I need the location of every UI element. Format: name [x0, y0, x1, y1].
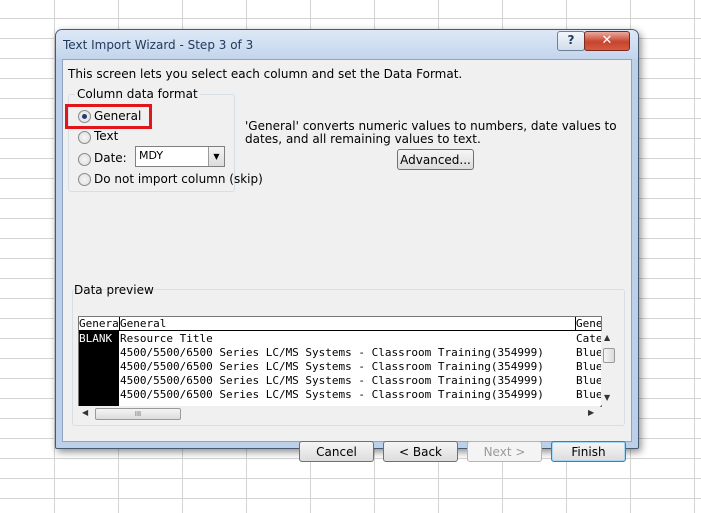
- date-format-value: MDY: [139, 149, 164, 162]
- date-radio-label[interactable]: Date:: [94, 151, 127, 165]
- help-button[interactable]: ?: [557, 31, 585, 51]
- preview-horizontal-scrollbar[interactable]: ◀ III ▶: [78, 406, 600, 421]
- column-header-2[interactable]: General: [120, 317, 576, 330]
- finish-button[interactable]: Finish: [551, 441, 626, 462]
- chevron-down-icon[interactable]: ▼: [208, 147, 224, 166]
- format-description: 'General' converts numeric values to num…: [245, 119, 617, 146]
- preview-cell: 4500/5500/6500 Series LC/MS Systems - Cl…: [120, 374, 544, 387]
- preview-cell: 4500/5500/6500 Series LC/MS Systems - Cl…: [120, 346, 544, 359]
- column-header-1[interactable]: General: [79, 317, 120, 330]
- preview-cell: 4500/5500/6500 Series LC/MS Systems - Cl…: [120, 360, 544, 373]
- preview-header-row: General General Gene: [79, 317, 601, 331]
- date-format-select[interactable]: MDY ▼: [135, 146, 225, 167]
- horizontal-scroll-thumb[interactable]: III: [95, 408, 181, 420]
- preview-cell: Blue: [576, 388, 602, 401]
- skip-column-radio-label[interactable]: Do not import column (skip): [94, 172, 263, 186]
- preview-cell: Blue: [576, 374, 602, 387]
- column-data-format-legend: Column data format: [75, 87, 200, 101]
- back-button[interactable]: < Back: [383, 441, 458, 462]
- preview-cell: Resource Title: [120, 332, 213, 345]
- data-preview-label: Data preview: [74, 283, 154, 297]
- text-radio-label[interactable]: Text: [94, 129, 118, 143]
- date-radio[interactable]: [78, 153, 91, 166]
- next-button[interactable]: Next >: [467, 441, 542, 462]
- data-preview-grid[interactable]: General General Gene BLANK Resource Titl…: [78, 316, 602, 407]
- preview-cell: BLANK: [79, 332, 113, 345]
- window-title: Text Import Wizard - Step 3 of 3: [63, 38, 254, 52]
- cancel-button[interactable]: Cancel: [299, 441, 374, 462]
- title-bar[interactable]: Text Import Wizard - Step 3 of 3 ? ✕: [56, 30, 638, 59]
- text-import-wizard-dialog: Text Import Wizard - Step 3 of 3 ? ✕ Thi…: [55, 29, 639, 462]
- advanced-button[interactable]: Advanced...: [397, 149, 474, 170]
- preview-cell: Blue: [576, 346, 602, 359]
- text-radio[interactable]: [78, 131, 91, 144]
- scroll-down-icon[interactable]: ▼: [604, 393, 610, 402]
- preview-cell: 4500/5500/6500 Series LC/MS Systems - Cl…: [120, 388, 544, 401]
- column-header-3[interactable]: Gene: [576, 317, 601, 330]
- preview-cell: Cate: [576, 332, 602, 345]
- preview-cell: Blue: [576, 360, 602, 373]
- scroll-left-icon[interactable]: ◀: [82, 408, 88, 417]
- preview-vertical-scrollbar[interactable]: ▲ ▼: [601, 331, 616, 405]
- vertical-scroll-thumb[interactable]: [603, 348, 615, 363]
- scroll-right-icon[interactable]: ▶: [588, 408, 594, 417]
- skip-column-radio[interactable]: [78, 173, 91, 186]
- annotation-highlight-box: [65, 104, 152, 129]
- dialog-content: This screen lets you select each column …: [62, 59, 632, 462]
- scroll-up-icon[interactable]: ▲: [604, 333, 610, 342]
- intro-text: This screen lets you select each column …: [68, 67, 463, 81]
- close-button[interactable]: ✕: [584, 31, 630, 51]
